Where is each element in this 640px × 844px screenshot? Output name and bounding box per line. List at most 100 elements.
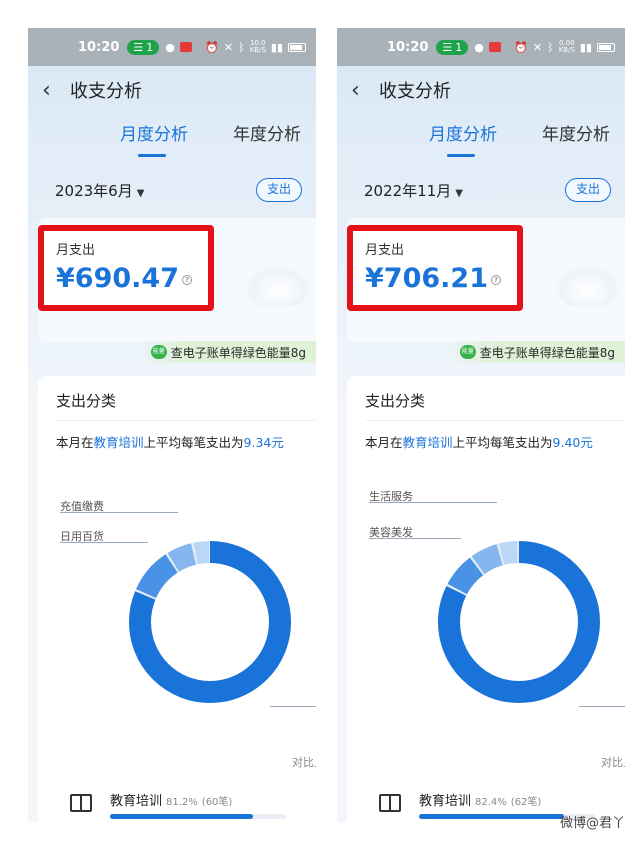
avg-category-link[interactable]: 教育培训 [94,435,144,450]
cloud-decoration [555,266,619,306]
nav-bar: ‹ 收支分析 [28,66,316,114]
comparison-canvas: 10:20 ☰ 1 ● ⏰ ✕ ᛒ 10.0 KB/S ▮▮ ‹ 收支分析 月度分析… [0,0,640,844]
period-row: 2022年11月 ▼ 支出 [337,178,625,206]
avg-category-link[interactable]: 教育培训 [403,435,453,450]
wifi-hotspot-pill: ☰ 1 [436,39,469,55]
mute-icon: ✕ [223,40,234,54]
info-icon[interactable]: ? [490,274,501,285]
compare-last-link[interactable]: 对比上 [292,754,316,770]
month-selector[interactable]: 2022年11月 ▼ [364,180,463,201]
status-right-icons: ⏰ ✕ ᛒ 10.0 KB/S ▮▮ [205,40,306,54]
net-speed-unit: KB/S [558,46,575,54]
alarm-icon: ⏰ [514,40,528,54]
net-speed: 0.00 KB/S [559,40,575,54]
amount-value: ¥690.47 [56,263,179,294]
page-title: 收支分析 [379,81,451,102]
avg-mid: 上平均每笔支出为 [143,435,244,450]
caret-down-icon: ▼ [136,188,145,199]
active-tab-indicator [447,154,475,157]
category-donut-chart[interactable] [433,536,605,708]
category-list-item[interactable]: 教育培训 81.2% (60笔) [56,788,316,822]
tab-yearly[interactable]: 年度分析 [233,120,301,145]
month-label: 2023年6月 [55,182,133,200]
monthly-expense-amount: ¥690.47? [56,263,192,294]
tab-monthly[interactable]: 月度分析 [429,120,497,145]
tab-bar: 月度分析 年度分析 [337,120,625,157]
tab-yearly[interactable]: 年度分析 [542,120,610,145]
phone-screenshot-right: 10:20 ☰ 1 ● ⏰ ✕ ᛒ 0.00 KB/S ▮▮ ‹ 收支分析 月度分析… [337,28,625,822]
avg-prefix: 本月在 [56,435,94,450]
wifi-count: 1 [455,40,463,54]
book-icon [70,794,92,812]
energy-badge-icon: 能量 [150,345,167,359]
category-row-text: 教育培训 81.2% (60笔) [110,790,232,809]
phone-screenshot-left: 10:20 ☰ 1 ● ⏰ ✕ ᛒ 10.0 KB/S ▮▮ ‹ 收支分析 月度分析… [28,28,316,822]
month-label: 2022年11月 [364,182,452,200]
green-energy-promo[interactable]: 能量 查电子账单得绿色能量8g [445,341,625,363]
green-energy-promo[interactable]: 能量 查电子账单得绿色能量8g [136,341,316,363]
status-time: 10:20 [387,39,429,55]
avg-prefix: 本月在 [365,435,403,450]
promo-text: 查电子账单得绿色能量8g [479,345,615,360]
chat-bubble-icon: ● [165,40,175,54]
bluetooth-icon: ᛒ [238,40,245,54]
category-progress-fill [110,814,253,819]
notification-icons: ● [474,41,501,54]
category-name: 教育培训 [110,794,163,809]
cloud-decoration [246,266,310,306]
month-selector[interactable]: 2023年6月 ▼ [55,180,144,201]
energy-badge-icon: 能量 [459,345,476,359]
back-arrow-icon[interactable]: ‹ [42,78,60,103]
avg-value: 9.34元 [243,435,284,450]
category-count: (60笔) [201,797,233,808]
mute-icon: ✕ [532,40,543,54]
wifi-count: 1 [146,40,154,54]
tab-bar: 月度分析 年度分析 [28,120,316,157]
signal-icon: ▮▮ [270,40,283,54]
category-title: 支出分类 [56,392,117,410]
info-icon[interactable]: ? [181,274,192,285]
wifi-icon: ☰ [133,40,144,54]
category-donut-chart[interactable] [124,536,296,708]
average-spend-line: 本月在教育培训上平均每笔支出为9.40元 [365,432,593,451]
battery-icon [597,42,615,52]
period-row: 2023年6月 ▼ 支出 [28,178,316,206]
signal-icon: ▮▮ [579,40,592,54]
category-percent: 82.4% [475,797,507,808]
monthly-expense-label: 月支出 [365,243,405,258]
weibo-watermark: 微博@君丫 [560,816,626,831]
notification-icons: ● [165,41,192,54]
status-right-icons: ⏰ ✕ ᛒ 0.00 KB/S ▮▮ [514,40,615,54]
status-bar: 10:20 ☰ 1 ● ⏰ ✕ ᛒ 0.00 KB/S ▮▮ [337,28,625,66]
category-name: 教育培训 [419,794,472,809]
back-arrow-icon[interactable]: ‹ [351,78,369,103]
divider [365,420,625,421]
monthly-expense-label: 月支出 [56,243,96,258]
compare-last-link[interactable]: 对比上 [601,754,625,770]
leader-line-1 [60,512,178,513]
monthly-expense-highlight: 月支出 ¥690.47? [38,225,214,311]
bluetooth-icon: ᛒ [547,40,554,54]
monthly-expense-highlight: 月支出 ¥706.21? [347,225,523,311]
status-time: 10:20 [78,39,120,55]
category-card: 支出分类 本月在教育培训上平均每笔支出为9.34元 充值缴费 日用百货 对比上 … [38,376,316,822]
wifi-icon: ☰ [442,40,453,54]
net-speed: 10.0 KB/S [250,40,266,54]
wifi-hotspot-pill: ☰ 1 [127,39,160,55]
red-app-icon [179,42,192,52]
tab-monthly[interactable]: 月度分析 [120,120,188,145]
battery-icon [288,42,306,52]
expense-type-chip[interactable]: 支出 [565,178,611,202]
red-app-icon [488,42,501,52]
caret-down-icon: ▼ [455,188,463,199]
net-speed-unit: KB/S [249,46,266,54]
divider [56,420,316,421]
expense-type-chip[interactable]: 支出 [256,178,302,202]
category-percent: 81.2% [166,797,198,808]
status-bar: 10:20 ☰ 1 ● ⏰ ✕ ᛒ 10.0 KB/S ▮▮ [28,28,316,66]
category-progress-track [110,814,286,819]
alarm-icon: ⏰ [205,40,219,54]
amount-value: ¥706.21 [365,263,488,294]
category-title: 支出分类 [365,392,426,410]
avg-value: 9.40元 [552,435,593,450]
